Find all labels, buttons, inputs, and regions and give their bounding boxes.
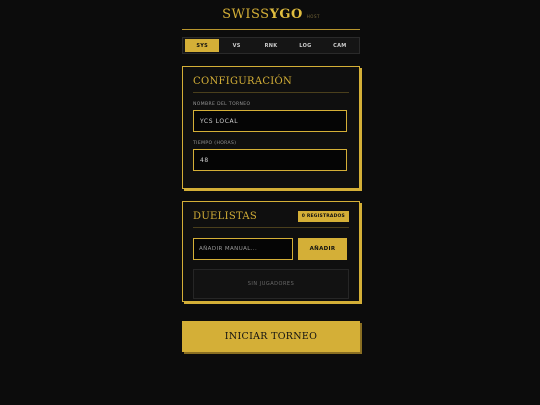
- divider: [193, 227, 349, 228]
- empty-players-list: SIN JUGADORES: [193, 269, 349, 299]
- tab-sys[interactable]: SYS: [185, 39, 220, 52]
- tab-bar: SYS VS RNK LOG CAM: [182, 37, 360, 54]
- time-hours-label: TIEMPO (HORAS): [193, 141, 237, 146]
- config-title: CONFIGURACIÓN: [193, 76, 293, 87]
- tab-vs[interactable]: VS: [219, 39, 253, 52]
- add-player-button[interactable]: AÑADIR: [298, 238, 347, 260]
- host-label: HOST: [306, 13, 320, 19]
- time-hours-input[interactable]: 48: [193, 149, 347, 171]
- tournament-name-input[interactable]: YCS LOCAL: [193, 110, 347, 132]
- divider: [193, 92, 349, 93]
- players-card: DUELISTAS 0 REGISTRADOS AÑADIR MANUAL...…: [182, 201, 360, 302]
- tab-cam[interactable]: CAM: [323, 39, 357, 52]
- tab-log[interactable]: LOG: [288, 39, 322, 52]
- registered-count-badge: 0 REGISTRADOS: [297, 211, 349, 222]
- tab-rnk[interactable]: RNK: [254, 39, 288, 52]
- header: SWISSYGO HOST: [182, 0, 360, 30]
- logo: SWISSYGO: [222, 7, 303, 22]
- add-player-row: AÑADIR MANUAL... AÑADIR: [193, 238, 349, 260]
- players-header: DUELISTAS 0 REGISTRADOS: [193, 211, 349, 222]
- start-tournament-button[interactable]: INICIAR TORNEO: [182, 321, 360, 352]
- add-player-input[interactable]: AÑADIR MANUAL...: [193, 238, 293, 260]
- tournament-name-label: NOMBRE DEL TORNEO: [193, 102, 251, 107]
- config-card: CONFIGURACIÓN NOMBRE DEL TORNEO YCS LOCA…: [182, 66, 360, 189]
- app-container: SWISSYGO HOST SYS VS RNK LOG CAM CONFIGU…: [182, 0, 360, 352]
- players-title: DUELISTAS: [193, 211, 258, 222]
